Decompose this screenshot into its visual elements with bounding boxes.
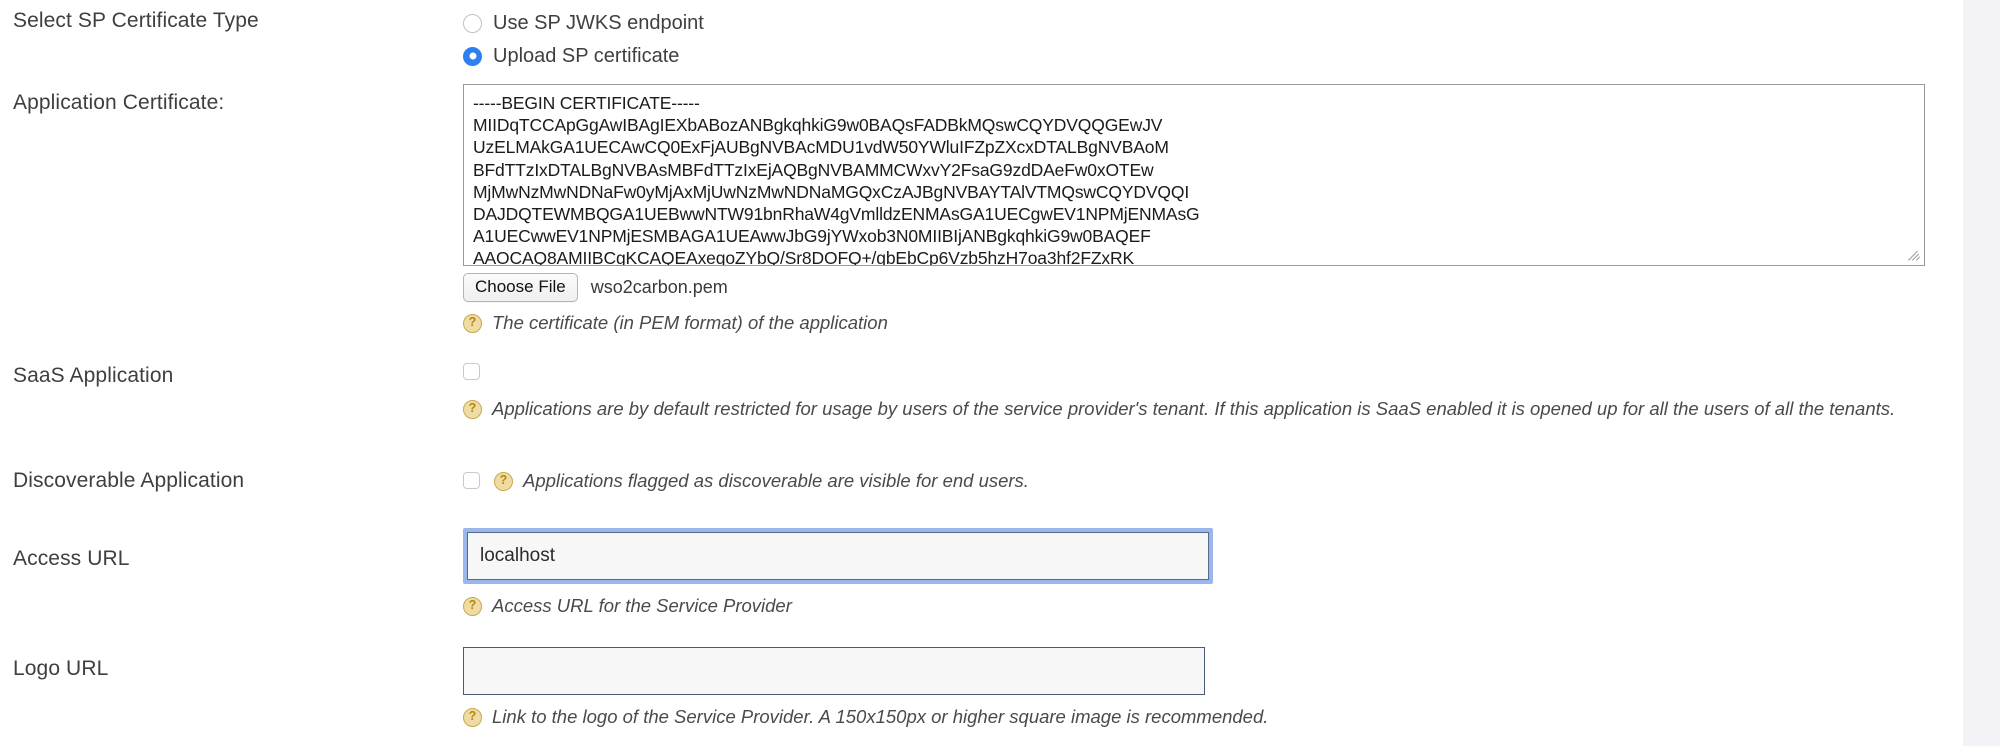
help-access-url: Access URL for the Service Provider xyxy=(463,593,1213,618)
label-discoverable-application: Discoverable Application xyxy=(13,469,245,492)
certificate-line: MIIDqTCCApGgAwIBAgIEXbABozANBgkqhkiG9w0B… xyxy=(473,115,1163,136)
saas-application-checkbox[interactable] xyxy=(463,363,480,380)
row-application-certificate: Application Certificate: -----BEGIN CERT… xyxy=(0,72,1963,333)
logo-url-input[interactable] xyxy=(463,647,1205,695)
certificate-line: MjMwNzMwNDNaFw0yMjAxMjUwNzMwNDNaMGQxCzAJ… xyxy=(473,181,1190,202)
radio-jwks-icon[interactable] xyxy=(463,13,482,33)
row-access-url: Access URL localhost Access URL for the … xyxy=(0,528,1963,648)
certificate-textarea[interactable]: -----BEGIN CERTIFICATE----- MIIDqTCCApGg… xyxy=(463,84,1925,266)
discoverable-application-control: Applications flagged as discoverable are… xyxy=(463,468,1029,493)
discoverable-application-checkbox[interactable] xyxy=(463,472,480,489)
certificate-type-radio-group: Use SP JWKS endpoint Upload SP certifica… xyxy=(463,8,704,71)
access-url-focus-ring: localhost xyxy=(463,528,1213,584)
help-question-icon xyxy=(494,472,513,491)
certificate-line: AAOCAQ8AMIIBCgKCAQEAxeqoZYbQ/Sr8DOFQ+/gb… xyxy=(473,248,1135,266)
radio-upload-label: Upload SP certificate xyxy=(493,44,680,67)
label-saas-application: SaaS Application xyxy=(13,364,174,387)
choose-file-button[interactable]: Choose File xyxy=(463,272,578,302)
row-saas-application: SaaS Application Applications are by def… xyxy=(0,358,1963,468)
certificate-line: -----BEGIN CERTIFICATE----- xyxy=(473,93,700,113)
radio-option-jwks[interactable]: Use SP JWKS endpoint xyxy=(463,8,704,38)
help-logo-url: Link to the logo of the Service Provider… xyxy=(463,704,1268,729)
help-text: Link to the logo of the Service Provider… xyxy=(492,706,1269,727)
certificate-line: DAJDQTEWMBQGA1UEBwwNTW91bnRhaW4gVmlldzEN… xyxy=(473,204,1200,225)
help-discoverable-application: Applications flagged as discoverable are… xyxy=(494,468,1029,493)
certificate-line: A1UECwwEV1NPMjESMBAGA1UEAwwJbG9jYWxob3N0… xyxy=(473,226,1151,247)
page-right-gutter xyxy=(1963,0,2000,746)
selected-file-name: wso2carbon.pem xyxy=(590,276,728,297)
application-certificate-control: -----BEGIN CERTIFICATE----- MIIDqTCCApGg… xyxy=(463,84,1925,335)
help-text: Applications flagged as discoverable are… xyxy=(523,470,1029,491)
certificate-line: UzELMAkGA1UECAwCQ0ExFjAUBgNVBAcMDU1vdW50… xyxy=(473,137,1169,158)
help-text: Access URL for the Service Provider xyxy=(492,595,792,616)
radio-jwks-label: Use SP JWKS endpoint xyxy=(493,11,704,34)
radio-option-upload[interactable]: Upload SP certificate xyxy=(463,41,704,71)
help-application-certificate: The certificate (in PEM format) of the a… xyxy=(463,310,1925,335)
help-question-icon xyxy=(463,400,482,419)
radio-upload-icon[interactable] xyxy=(463,46,482,66)
label-logo-url: Logo URL xyxy=(13,657,109,680)
saas-application-control: Applications are by default restricted f… xyxy=(463,363,1895,421)
row-discoverable-application: Discoverable Application Applications fl… xyxy=(0,468,1963,528)
help-text: The certificate (in PEM format) of the a… xyxy=(492,312,888,333)
certificate-textarea-wrap: -----BEGIN CERTIFICATE----- MIIDqTCCApGg… xyxy=(463,84,1925,266)
label-access-url: Access URL xyxy=(13,547,130,570)
logo-url-control: Link to the logo of the Service Provider… xyxy=(463,647,1268,729)
access-url-control: localhost Access URL for the Service Pro… xyxy=(463,528,1213,618)
help-saas-application: Applications are by default restricted f… xyxy=(463,396,1895,421)
help-text: Applications are by default restricted f… xyxy=(492,398,1896,419)
file-chooser-row: Choose File wso2carbon.pem xyxy=(463,272,1925,302)
label-certificate-type: Select SP Certificate Type xyxy=(13,9,259,32)
access-url-input[interactable]: localhost xyxy=(467,532,1209,580)
service-provider-form: Select SP Certificate Type Use SP JWKS e… xyxy=(0,0,1963,746)
certificate-line: BFdTTzIxDTALBgNVBAsMBFdTTzIxEjAQBgNVBAMM… xyxy=(473,159,1154,180)
help-question-icon xyxy=(463,314,482,333)
label-application-certificate: Application Certificate: xyxy=(13,91,225,114)
row-certificate-type: Select SP Certificate Type Use SP JWKS e… xyxy=(0,0,1963,70)
help-question-icon xyxy=(463,708,482,727)
help-question-icon xyxy=(463,597,482,616)
row-logo-url: Logo URL Link to the logo of the Service… xyxy=(0,638,1963,746)
